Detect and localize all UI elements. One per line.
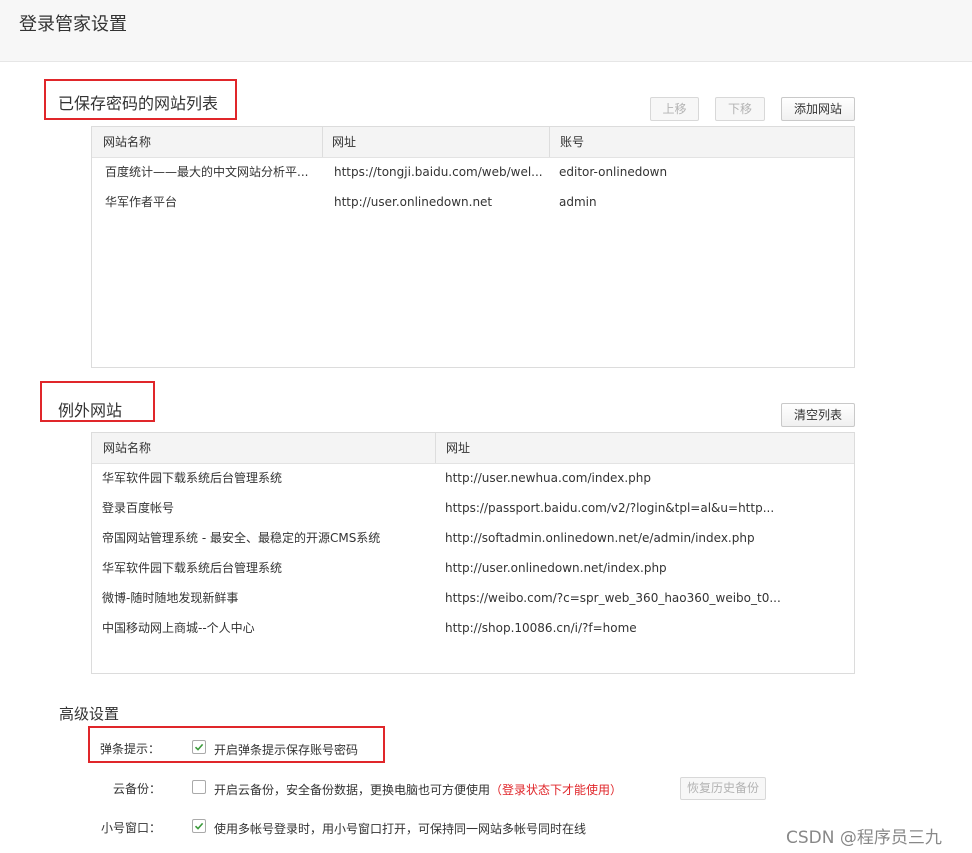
login-required-note: （登录状态下才能使用） xyxy=(490,783,623,797)
url-cell: http://user.onlinedown.net/index.php xyxy=(445,561,667,575)
site-name-cell: 中国移动网上商城--个人中心 xyxy=(102,621,255,635)
table-row[interactable]: 中国移动网上商城--个人中心 http://shop.10086.cn/i/?f… xyxy=(92,613,854,643)
url-cell: https://passport.baidu.com/v2/?login&tpl… xyxy=(445,501,775,515)
small-window-label: 小号窗口： xyxy=(101,821,162,835)
column-header-account[interactable]: 账号 xyxy=(560,127,584,157)
small-window-text[interactable]: 使用多帐号登录时，用小号窗口打开，可保持同一网站多帐号同时在线 xyxy=(214,820,586,837)
checkmark-icon xyxy=(194,743,204,751)
add-site-button[interactable]: 添加网站 xyxy=(781,97,855,121)
column-divider[interactable] xyxy=(322,127,323,157)
site-name-cell: 华军软件园下载系统后台管理系统 xyxy=(102,561,283,575)
table-row[interactable]: 登录百度帐号 https://passport.baidu.com/v2/?lo… xyxy=(92,493,854,523)
site-name-cell: 微博-随时随地发现新鲜事 xyxy=(102,591,239,605)
url-cell: http://shop.10086.cn/i/?f=home xyxy=(445,621,637,635)
exceptions-table: 网站名称 网址 华军软件园下载系统后台管理系统 http://user.newh… xyxy=(91,432,855,674)
column-header-url[interactable]: 网址 xyxy=(332,127,356,157)
column-header-site-name[interactable]: 网站名称 xyxy=(103,433,151,463)
account-cell: admin xyxy=(559,195,597,209)
url-cell: http://softadmin.onlinedown.net/e/admin/… xyxy=(445,531,755,545)
move-down-button[interactable]: 下移 xyxy=(715,97,765,121)
popup-checkbox[interactable] xyxy=(192,740,206,754)
advanced-settings-title: 高级设置 xyxy=(59,705,120,723)
url-cell: https://tongji.baidu.com/web/wel... xyxy=(334,165,543,179)
column-divider[interactable] xyxy=(549,127,550,157)
popup-setting-label: 弹条提示： xyxy=(100,742,161,756)
column-header-site-name[interactable]: 网站名称 xyxy=(103,127,151,157)
checkmark-icon xyxy=(194,822,204,830)
move-up-button[interactable]: 上移 xyxy=(650,97,699,121)
exceptions-table-header: 网站名称 网址 xyxy=(92,433,854,464)
url-cell: http://user.onlinedown.net xyxy=(334,195,493,209)
clear-list-button[interactable]: 清空列表 xyxy=(781,403,855,427)
site-name-cell: 帝国网站管理系统 - 最安全、最稳定的开源CMS系统 xyxy=(102,531,381,545)
cloud-backup-checkbox[interactable] xyxy=(192,780,206,794)
site-name-cell: 华军软件园下载系统后台管理系统 xyxy=(102,471,283,485)
page-title: 登录管家设置 xyxy=(19,14,127,35)
small-window-checkbox[interactable] xyxy=(192,819,206,833)
page-header: 登录管家设置 xyxy=(0,0,972,62)
account-cell: editor-onlinedown xyxy=(559,165,668,179)
site-name-cell: 百度统计——最大的中文网站分析平... xyxy=(105,165,309,179)
csdn-watermark: CSDN @程序员三九 xyxy=(786,828,942,848)
site-name-cell: 登录百度帐号 xyxy=(102,501,175,515)
cloud-backup-label: 云备份： xyxy=(113,782,162,796)
cloud-backup-text[interactable]: 开启云备份，安全备份数据，更换电脑也可方便使用（登录状态下才能使用） xyxy=(214,781,622,798)
table-row[interactable]: 华军软件园下载系统后台管理系统 http://user.onlinedown.n… xyxy=(92,553,854,583)
exceptions-title: 例外网站 xyxy=(58,401,123,420)
column-divider[interactable] xyxy=(435,433,436,463)
cloud-backup-description: 开启云备份，安全备份数据，更换电脑也可方便使用 xyxy=(214,783,491,797)
table-row[interactable]: 华军作者平台 http://user.onlinedown.net admin xyxy=(92,187,854,217)
saved-sites-table: 网站名称 网址 账号 百度统计——最大的中文网站分析平... https://t… xyxy=(91,126,855,368)
saved-sites-title: 已保存密码的网站列表 xyxy=(58,94,219,113)
column-header-url[interactable]: 网址 xyxy=(446,433,470,463)
site-name-cell: 华军作者平台 xyxy=(105,195,178,209)
url-cell: https://weibo.com/?c=spr_web_360_hao360_… xyxy=(445,591,781,605)
restore-backup-button[interactable]: 恢复历史备份 xyxy=(680,777,766,800)
popup-setting-text[interactable]: 开启弹条提示保存账号密码 xyxy=(214,741,358,758)
table-row[interactable]: 华军软件园下载系统后台管理系统 http://user.newhua.com/i… xyxy=(92,463,854,493)
table-row[interactable]: 微博-随时随地发现新鲜事 https://weibo.com/?c=spr_we… xyxy=(92,583,854,613)
url-cell: http://user.newhua.com/index.php xyxy=(445,471,651,485)
saved-sites-table-header: 网站名称 网址 账号 xyxy=(92,127,854,158)
table-row[interactable]: 百度统计——最大的中文网站分析平... https://tongji.baidu… xyxy=(92,157,854,187)
table-row[interactable]: 帝国网站管理系统 - 最安全、最稳定的开源CMS系统 http://softad… xyxy=(92,523,854,553)
